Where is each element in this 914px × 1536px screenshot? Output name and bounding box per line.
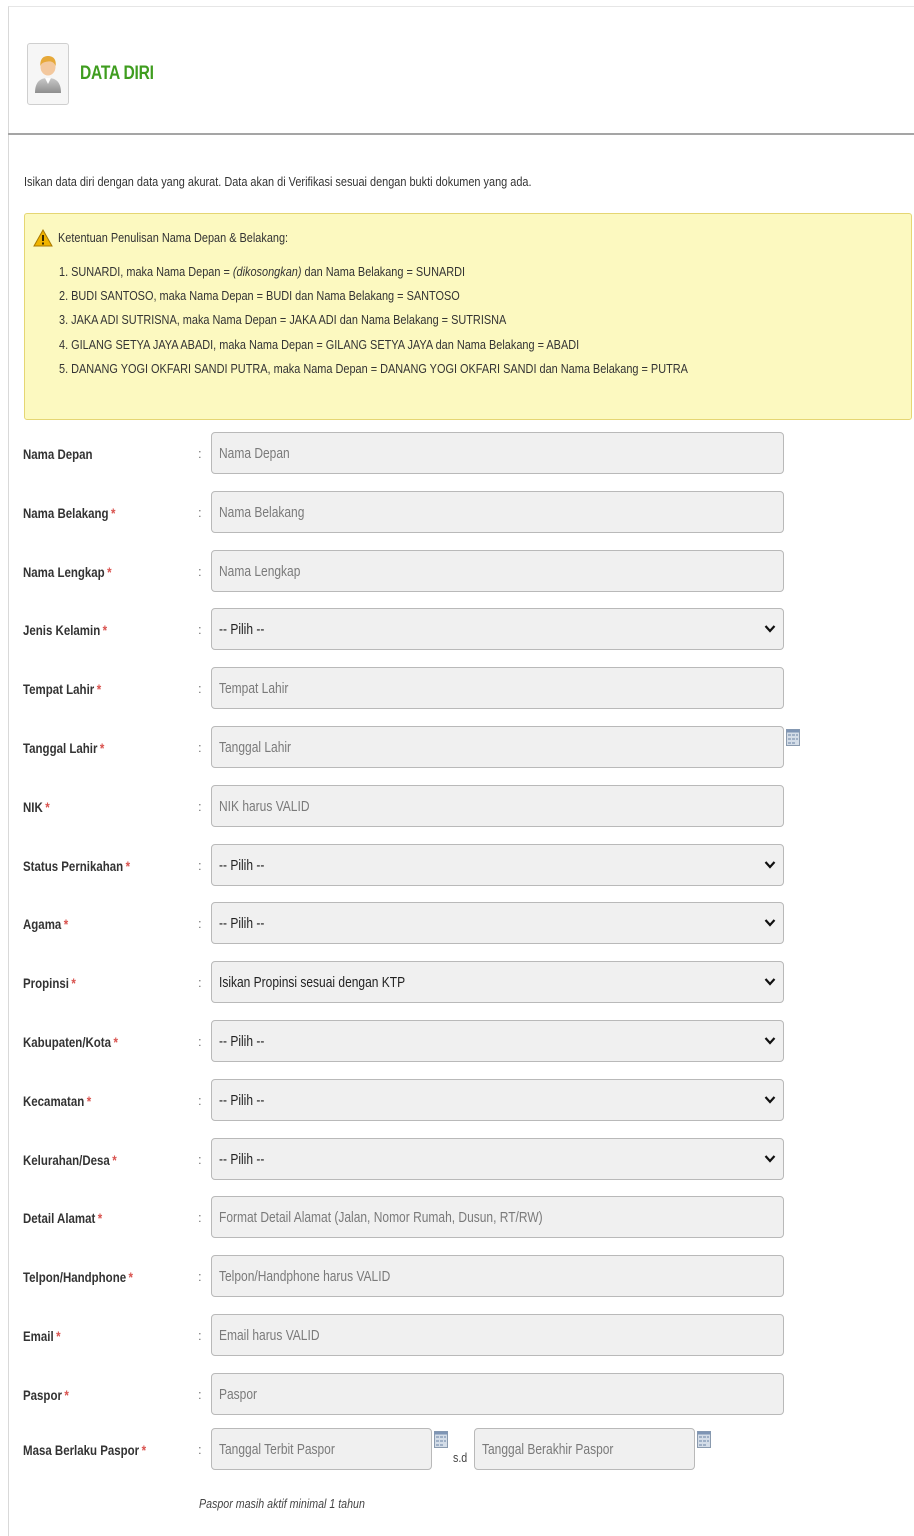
notice-list: 1. SUNARDI, maka Nama Depan = (dikosongk… — [59, 262, 688, 383]
user-icon — [27, 43, 69, 105]
colon: : — [198, 1034, 202, 1049]
colon: : — [198, 1442, 202, 1457]
field-label: Propinsi * — [23, 975, 76, 991]
field-label: NIK * — [23, 799, 50, 815]
form-row-nama-lengkap: Nama Lengkap *: Nama Lengkap — [23, 550, 913, 608]
field-label: Nama Depan — [23, 446, 93, 462]
paspor-input[interactable]: Paspor — [211, 1373, 784, 1415]
warning-icon — [33, 228, 53, 252]
form-row-kabupaten-kota: Kabupaten/Kota *: -- Pilih -- — [23, 1020, 913, 1078]
propinsi-select[interactable]: Isikan Propinsi sesuai dengan KTP — [211, 961, 784, 1003]
agama-select[interactable]: -- Pilih -- — [211, 902, 784, 944]
page-title: DATA DIRI — [80, 63, 154, 84]
chevron-down-icon — [764, 1092, 776, 1110]
nik-input[interactable]: NIK harus VALID — [211, 785, 784, 827]
chevron-down-icon — [764, 1151, 776, 1169]
calendar-icon[interactable] — [786, 729, 800, 751]
form-row-paspor: Paspor *: Paspor — [23, 1373, 913, 1431]
field-label: Kabupaten/Kota * — [23, 1034, 118, 1050]
colon: : — [198, 1210, 202, 1225]
intro-text: Isikan data diri dengan data yang akurat… — [24, 174, 532, 189]
field-label: Kecamatan * — [23, 1093, 92, 1109]
colon: : — [198, 1093, 202, 1108]
field-label: Nama Belakang * — [23, 505, 116, 521]
form-row-masa-berlaku-paspor: Masa Berlaku Paspor * : Tanggal Terbit Pa… — [23, 1428, 913, 1486]
field-label: Tempat Lahir * — [23, 681, 102, 697]
colon: : — [198, 1328, 202, 1343]
kecamatan-select[interactable]: -- Pilih -- — [211, 1079, 784, 1121]
form-row-propinsi: Propinsi *: Isikan Propinsi sesuai dengan … — [23, 961, 913, 1019]
detail-alamat-input[interactable]: Format Detail Alamat (Jalan, Nomor Rumah… — [211, 1196, 784, 1238]
nama-belakang-input[interactable]: Nama Belakang — [211, 491, 784, 533]
form-row-nama-depan: Nama Depan: Nama Depan — [23, 432, 913, 490]
field-label: Detail Alamat * — [23, 1210, 103, 1226]
form-row-status-pernikahan: Status Pernikahan *: -- Pilih -- — [23, 844, 913, 902]
passport-expiry-date-input[interactable]: Tanggal Berakhir Paspor — [474, 1428, 695, 1470]
chevron-down-icon — [764, 915, 776, 933]
notice-item: 1. SUNARDI, maka Nama Depan = (dikosongk… — [59, 264, 466, 279]
nama-lengkap-input[interactable]: Nama Lengkap — [211, 550, 784, 592]
kabupaten-kota-select[interactable]: -- Pilih -- — [211, 1020, 784, 1062]
chevron-down-icon — [764, 1033, 776, 1051]
colon: : — [198, 916, 202, 931]
kelurahan-desa-select[interactable]: -- Pilih -- — [211, 1138, 784, 1180]
colon: : — [198, 740, 202, 755]
colon: : — [198, 799, 202, 814]
colon: : — [198, 858, 202, 873]
header-divider — [8, 133, 914, 135]
jenis-kelamin-select[interactable]: -- Pilih -- — [211, 608, 784, 650]
colon: : — [198, 1152, 202, 1167]
colon: : — [198, 1269, 202, 1284]
form-row-kelurahan-desa: Kelurahan/Desa *: -- Pilih -- — [23, 1138, 913, 1196]
colon: : — [198, 446, 202, 461]
chevron-down-icon — [764, 857, 776, 875]
status-pernikahan-select[interactable]: -- Pilih -- — [211, 844, 784, 886]
calendar-icon[interactable] — [434, 1431, 448, 1453]
date-range-separator: s.d — [453, 1450, 468, 1465]
field-label: Tanggal Lahir * — [23, 740, 105, 756]
chevron-down-icon — [764, 974, 776, 992]
colon: : — [198, 975, 202, 990]
tanggal-lahir-input[interactable]: Tanggal Lahir — [211, 726, 784, 768]
form-row-nama-belakang: Nama Belakang *: Nama Belakang — [23, 491, 913, 549]
notice-item: 2. BUDI SANTOSO, maka Nama Depan = BUDI … — [59, 288, 460, 304]
form-row-nik: NIK *: NIK harus VALID — [23, 785, 913, 843]
notice-item: 3. JAKA ADI SUTRISNA, maka Nama Depan = … — [59, 312, 507, 328]
field-label: Email * — [23, 1328, 61, 1344]
form-row-tanggal-lahir: Tanggal Lahir *: Tanggal Lahir — [23, 726, 913, 784]
form-row-jenis-kelamin: Jenis Kelamin *: -- Pilih -- — [23, 608, 913, 666]
tempat-lahir-input[interactable]: Tempat Lahir — [211, 667, 784, 709]
field-label: Agama * — [23, 916, 69, 932]
field-label: Paspor * — [23, 1387, 69, 1403]
notice-title: Ketentuan Penulisan Nama Depan & Belakan… — [58, 230, 289, 245]
colon: : — [198, 564, 202, 579]
form-row-telpon-handphone: Telpon/Handphone *: Telpon/Handphone harus… — [23, 1255, 913, 1313]
field-label: Kelurahan/Desa * — [23, 1152, 117, 1168]
calendar-icon[interactable] — [697, 1431, 711, 1453]
nama-depan-input[interactable]: Nama Depan — [211, 432, 784, 474]
section-header: DATA DIRI — [27, 42, 170, 106]
passport-hint: Paspor masih aktif minimal 1 tahun — [199, 1496, 365, 1511]
form-row-detail-alamat: Detail Alamat *: Format Detail Alamat (Jal… — [23, 1196, 913, 1254]
field-label: Nama Lengkap * — [23, 564, 112, 580]
field-label: Status Pernikahan * — [23, 858, 131, 874]
field-label: Jenis Kelamin * — [23, 622, 108, 638]
colon: : — [198, 1387, 202, 1402]
colon: : — [198, 681, 202, 696]
form-row-agama: Agama *: -- Pilih -- — [23, 902, 913, 960]
passport-issue-date-input[interactable]: Tanggal Terbit Paspor — [211, 1428, 432, 1470]
telpon-handphone-input[interactable]: Telpon/Handphone harus VALID — [211, 1255, 784, 1297]
field-label: Masa Berlaku Paspor * — [23, 1442, 147, 1458]
email-input[interactable]: Email harus VALID — [211, 1314, 784, 1356]
colon: : — [198, 505, 202, 520]
notice-item: 5. DANANG YOGI OKFARI SANDI PUTRA, maka … — [59, 360, 688, 376]
form-row-tempat-lahir: Tempat Lahir *: Tempat Lahir — [23, 667, 913, 725]
form-row-kecamatan: Kecamatan *: -- Pilih -- — [23, 1079, 913, 1137]
naming-rules-notice: Ketentuan Penulisan Nama Depan & Belakan… — [24, 213, 912, 420]
form-row-email: Email *: Email harus VALID — [23, 1314, 913, 1372]
notice-item: 4. GILANG SETYA JAYA ABADI, maka Nama De… — [59, 336, 580, 352]
field-label: Telpon/Handphone * — [23, 1269, 134, 1285]
chevron-down-icon — [764, 621, 776, 639]
colon: : — [198, 622, 202, 637]
